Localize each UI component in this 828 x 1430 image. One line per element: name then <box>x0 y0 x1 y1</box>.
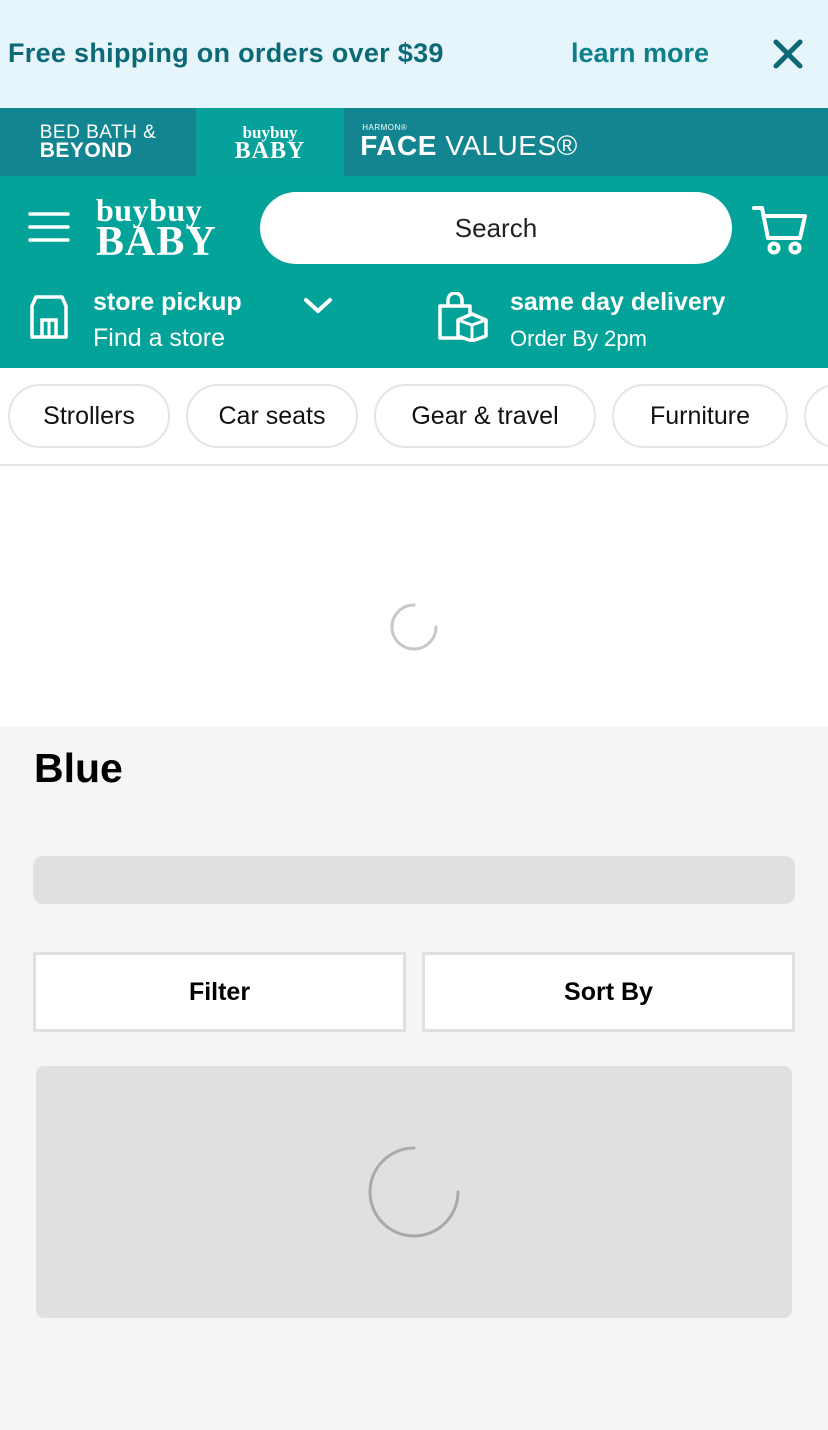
page-title: Blue <box>34 745 123 791</box>
loading-spinner-icon <box>390 603 438 651</box>
loading-spinner-icon <box>368 1146 460 1238</box>
skeleton-product-card <box>36 1066 792 1318</box>
face-values-logo: HARMON® FACE VALUES® <box>360 123 578 161</box>
chip-gear-travel[interactable]: Gear & travel <box>374 384 596 448</box>
delivery-bag-icon <box>438 292 488 342</box>
close-icon[interactable] <box>770 36 806 72</box>
brand-tab-buybuy-baby[interactable]: buybuy BABY <box>196 108 344 176</box>
promo-text: Free shipping on orders over $39 <box>8 38 444 68</box>
chip-furniture[interactable]: Furniture <box>612 384 788 448</box>
chip-car-seats[interactable]: Car seats <box>186 384 358 448</box>
site-header: buybuy BABY store pickup Find a store sa… <box>0 176 828 368</box>
buybuy-baby-small-logo: buybuy BABY <box>234 123 306 164</box>
delivery-cutoff-text: Order By 2pm <box>510 326 647 351</box>
filter-button[interactable]: Filter <box>33 952 406 1032</box>
brand-tab-bed-bath-beyond[interactable]: BED BATH & BEYOND <box>0 108 196 176</box>
chevron-down-icon[interactable] <box>302 294 334 316</box>
brand-tab-face-values[interactable]: HARMON® FACE VALUES® <box>344 108 594 176</box>
store-icon <box>30 295 68 339</box>
chip-strollers[interactable]: Strollers <box>8 384 170 448</box>
brand-bar: BED BATH & BEYOND buybuy BABY HARMON® FA… <box>0 108 828 176</box>
chip-partial[interactable] <box>804 384 828 448</box>
same-day-delivery-title[interactable]: same day delivery <box>510 288 725 317</box>
learn-more-link[interactable]: learn more <box>571 38 709 69</box>
store-pickup-title[interactable]: store pickup <box>93 288 242 317</box>
bed-bath-beyond-logo: BED BATH & BEYOND <box>39 122 157 162</box>
hamburger-menu-icon[interactable] <box>28 211 70 243</box>
buybuy-baby-logo[interactable]: buybuy BABY <box>96 194 217 263</box>
sort-by-button[interactable]: Sort By <box>422 952 795 1032</box>
search-input[interactable] <box>260 192 732 264</box>
skeleton-placeholder-bar <box>33 856 795 904</box>
find-a-store-link[interactable]: Find a store <box>93 324 225 353</box>
category-chip-bar: Strollers Car seats Gear & travel Furnit… <box>0 368 828 466</box>
cart-icon[interactable] <box>752 204 808 256</box>
promo-banner: Free shipping on orders over $39 learn m… <box>0 0 828 108</box>
hero-loading-area <box>0 466 828 726</box>
